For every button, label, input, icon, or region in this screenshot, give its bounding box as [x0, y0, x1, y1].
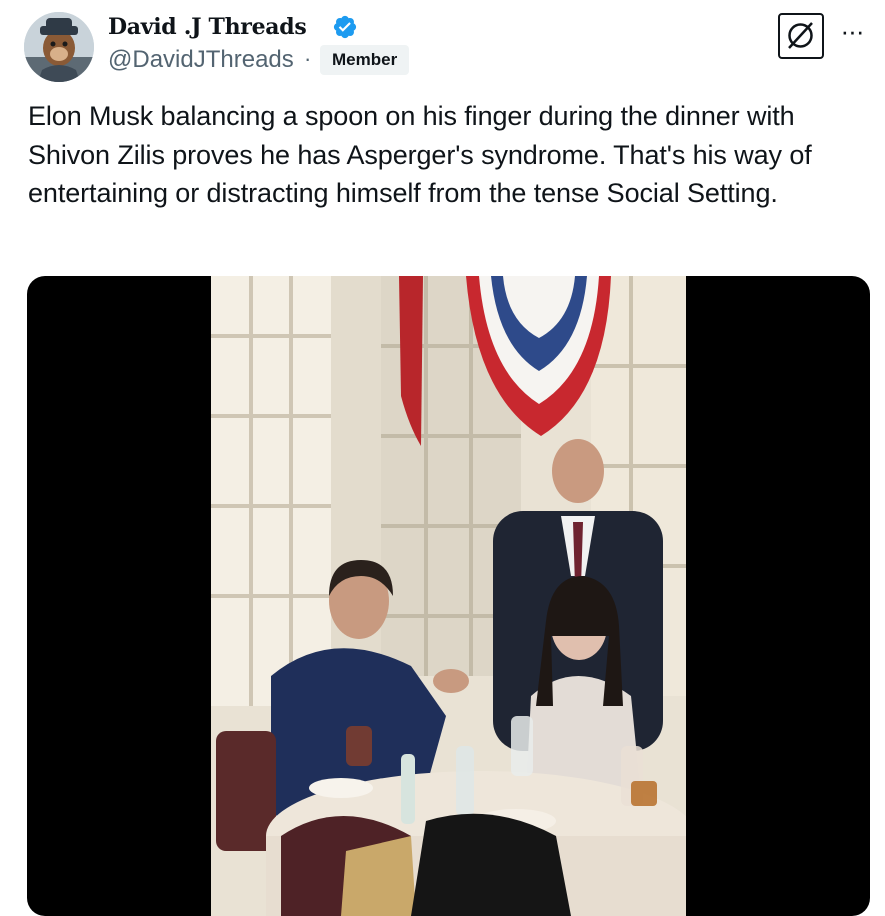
avatar-image — [24, 12, 94, 82]
author-avatar[interactable] — [24, 12, 94, 82]
slashed-circle-icon — [788, 22, 813, 49]
video-frame — [211, 276, 686, 916]
author-handle[interactable]: @DavidJThreads — [108, 46, 294, 74]
verified-badge-icon — [333, 15, 357, 39]
member-badge[interactable]: Member — [320, 45, 410, 75]
handle-separator: · — [304, 46, 312, 71]
author-display-name[interactable]: David .J Threads — [108, 14, 307, 40]
grok-button[interactable] — [778, 13, 824, 59]
tweet-text: Elon Musk balancing a spoon on his finge… — [28, 101, 812, 208]
tweet-video[interactable] — [27, 276, 870, 916]
more-options-button[interactable]: ··· — [834, 16, 870, 46]
